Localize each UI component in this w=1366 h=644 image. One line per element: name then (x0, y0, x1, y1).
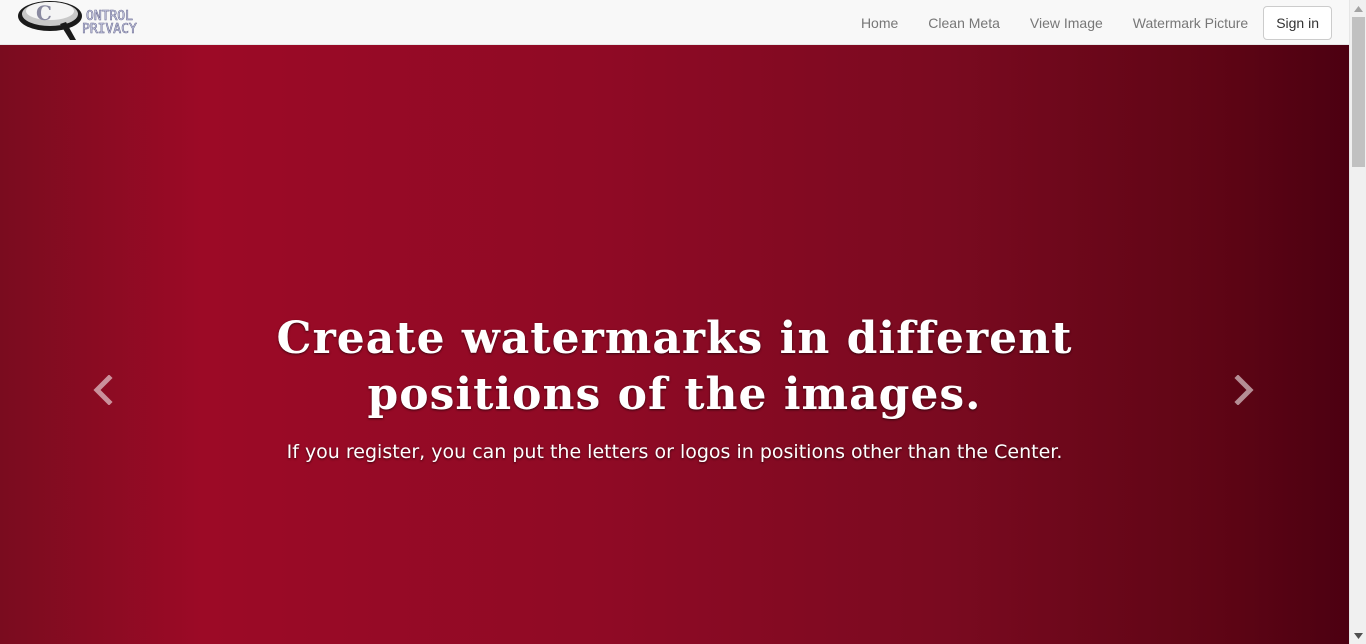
nav-link-clean-meta[interactable]: Clean Meta (913, 4, 1015, 42)
nav-link-home[interactable]: Home (846, 4, 913, 42)
sign-in-button[interactable]: Sign in (1263, 5, 1332, 40)
svg-text:C: C (36, 1, 52, 25)
nav-links: Home Clean Meta View Image Watermark Pic… (846, 0, 1332, 45)
carousel-caption: Create watermarks in different positions… (0, 311, 1349, 463)
scroll-up-icon[interactable] (1350, 0, 1366, 17)
vertical-scrollbar[interactable] (1349, 0, 1366, 644)
chevron-right-icon (1233, 373, 1255, 410)
hero-carousel: Create watermarks in different positions… (0, 45, 1349, 644)
scroll-down-icon[interactable] (1350, 627, 1366, 644)
carousel-next-button[interactable] (1224, 372, 1264, 412)
carousel-text: If you register, you can put the letters… (286, 441, 1063, 463)
svg-text:PRIVACY: PRIVACY (82, 22, 137, 37)
navbar: C ONTROL PRIVACY Home Clean Meta View Im… (0, 0, 1349, 45)
site-logo[interactable]: C ONTROL PRIVACY (16, 0, 166, 44)
carousel-title: Create watermarks in different positions… (276, 313, 1073, 420)
scroll-thumb[interactable] (1352, 17, 1365, 167)
nav-link-view-image[interactable]: View Image (1015, 4, 1118, 42)
nav-link-watermark-picture[interactable]: Watermark Picture (1118, 4, 1263, 42)
